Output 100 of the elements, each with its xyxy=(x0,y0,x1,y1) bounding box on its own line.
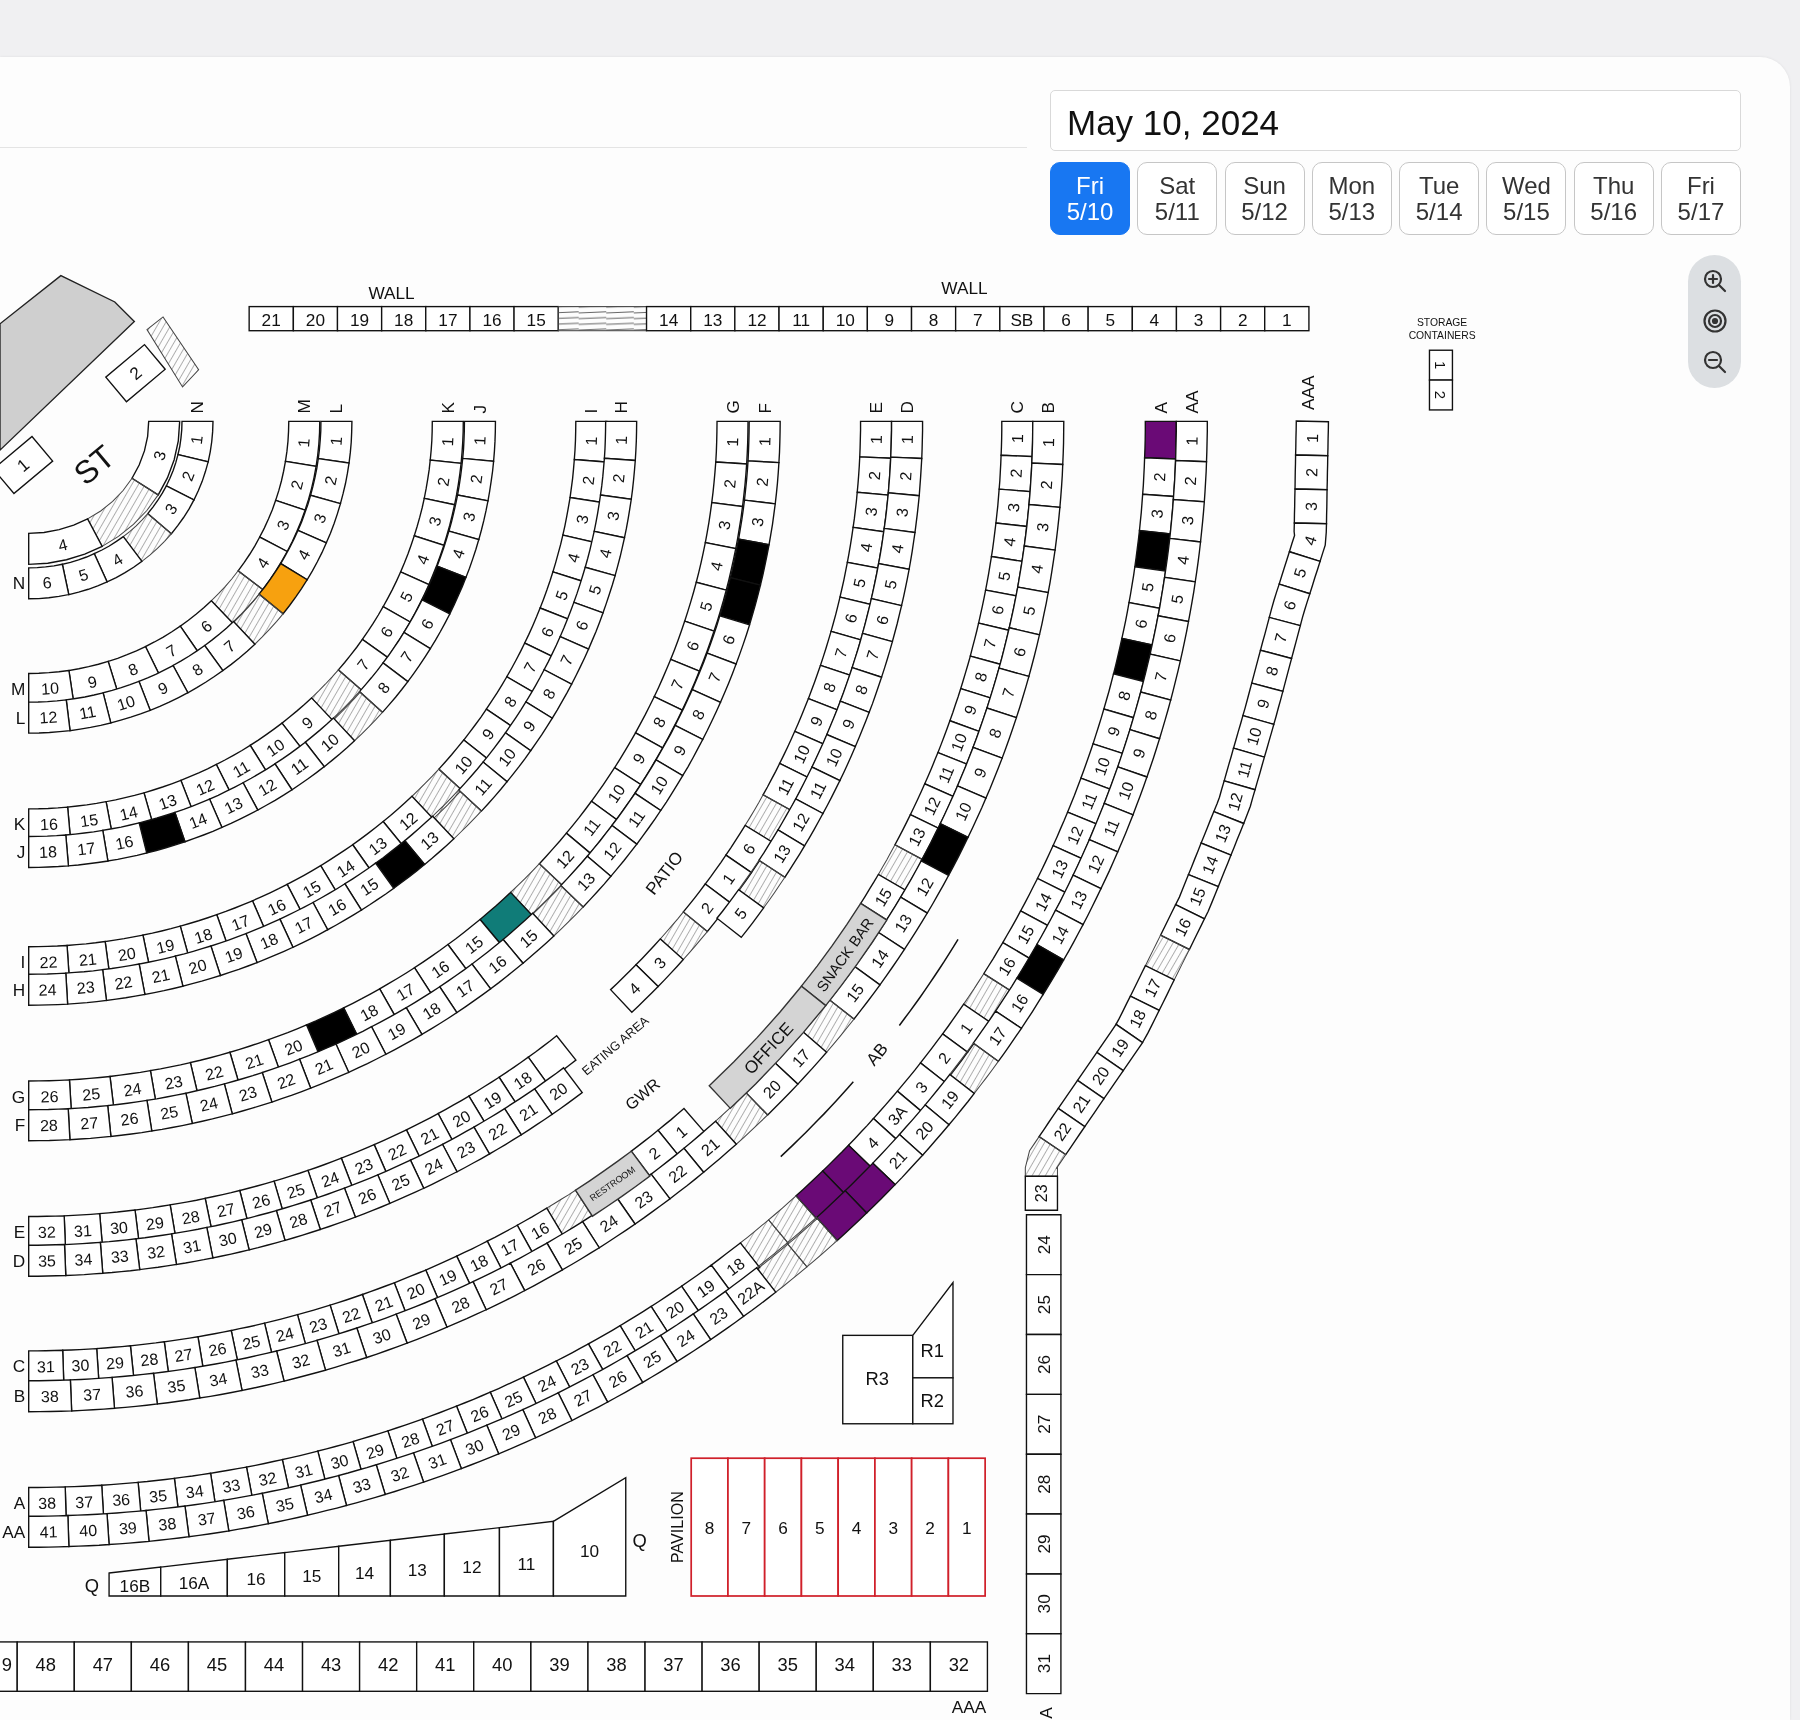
seat[interactable]: 42 xyxy=(358,1641,418,1692)
seat[interactable]: 38 xyxy=(587,1641,646,1692)
wall-seat[interactable]: 2 xyxy=(1219,305,1266,332)
wall-seat[interactable]: 3 xyxy=(1175,305,1222,332)
date-field[interactable]: May 10, 2024 xyxy=(1050,90,1741,151)
wall-seat[interactable]: 15 xyxy=(513,305,559,332)
wall-seat[interactable]: 5 xyxy=(1087,305,1133,332)
seat[interactable]: 18 xyxy=(28,834,70,869)
seat[interactable]: 1 xyxy=(1031,420,1065,466)
seat[interactable]: 13 xyxy=(389,1533,446,1597)
wall-seat[interactable]: 14 xyxy=(645,305,692,332)
seat[interactable]: 28 xyxy=(1025,1453,1062,1515)
seat[interactable]: 3 xyxy=(1293,488,1328,525)
stage-box[interactable]: 2 xyxy=(104,343,167,403)
seat[interactable]: 6 xyxy=(998,626,1041,678)
wall-seat[interactable]: 1 xyxy=(1264,305,1310,332)
day-tab[interactable]: Wed 5/15 xyxy=(1486,162,1567,235)
wall-seat[interactable]: 18 xyxy=(380,305,427,332)
seat[interactable]: 40 xyxy=(67,1512,110,1548)
wall-seat[interactable]: 7 xyxy=(954,305,1001,332)
room[interactable]: R3 xyxy=(842,1334,914,1425)
seat[interactable]: 12 xyxy=(28,699,71,734)
seat[interactable]: 41 xyxy=(28,1514,70,1548)
seat[interactable]: 2 xyxy=(599,457,637,501)
seat[interactable]: 37 xyxy=(644,1641,703,1692)
seat[interactable]: 23 xyxy=(1024,1175,1059,1211)
pavilion-stall[interactable]: 5 xyxy=(800,1457,840,1597)
seat[interactable]: 3 xyxy=(1023,503,1061,551)
seat[interactable]: 9 xyxy=(825,700,871,748)
seat[interactable]: 39 xyxy=(530,1641,589,1692)
seat[interactable]: 7 xyxy=(653,658,701,711)
seat[interactable]: 1 xyxy=(715,420,749,465)
pavilion-stall[interactable]: 3 xyxy=(874,1457,913,1597)
seat[interactable]: 1 xyxy=(177,420,214,463)
seat[interactable]: 34 xyxy=(815,1641,874,1692)
seat[interactable]: 9 xyxy=(138,664,189,712)
seat[interactable]: 5 xyxy=(1008,586,1049,636)
seat[interactable]: 16B xyxy=(108,1566,162,1597)
seat[interactable]: 3 xyxy=(146,484,195,535)
seat[interactable]: 17 xyxy=(65,829,109,867)
seat[interactable]: 4 xyxy=(436,530,480,579)
seat[interactable]: 37 xyxy=(69,1376,116,1412)
seat[interactable]: 3 xyxy=(413,497,456,547)
seat[interactable]: 1 xyxy=(1294,420,1330,457)
seat[interactable]: 32 xyxy=(929,1641,989,1692)
seat[interactable]: 1 xyxy=(461,420,497,462)
seat[interactable]: 26 xyxy=(1025,1333,1062,1396)
seat[interactable]: 2 xyxy=(711,461,748,508)
seat[interactable] xyxy=(1112,637,1153,683)
wall-seat[interactable]: 21 xyxy=(248,305,295,332)
seat[interactable]: 3 xyxy=(593,494,633,539)
seat[interactable]: 5 xyxy=(1278,550,1321,595)
seat[interactable]: 5 xyxy=(715,888,765,939)
wall-seat[interactable]: 17 xyxy=(425,305,471,332)
pavilion-stall[interactable]: 8 xyxy=(690,1457,729,1597)
seat[interactable]: 41 xyxy=(416,1641,475,1692)
seat[interactable]: 24 xyxy=(28,972,69,1006)
seat[interactable]: 40 xyxy=(473,1641,532,1692)
seat[interactable]: 1 xyxy=(573,420,608,463)
seat[interactable]: 5 xyxy=(870,562,910,607)
seat[interactable]: 4 xyxy=(877,527,916,571)
seat[interactable]: 24 xyxy=(1025,1214,1062,1276)
wall-seat[interactable]: 12 xyxy=(734,305,780,332)
day-tab[interactable]: Fri 5/10 xyxy=(1050,162,1130,235)
seat[interactable]: 4 xyxy=(1163,537,1202,583)
wall-seat[interactable]: SB xyxy=(999,305,1045,332)
seat[interactable]: 6 xyxy=(1268,583,1311,627)
seat[interactable]: 23 xyxy=(65,968,108,1005)
seat[interactable]: 5 xyxy=(683,581,728,632)
seat[interactable]: 27 xyxy=(1025,1393,1062,1455)
wall-seat[interactable]: 19 xyxy=(336,305,383,332)
seat[interactable]: 26 xyxy=(106,1099,153,1138)
seat[interactable]: 16A xyxy=(160,1558,229,1597)
seat[interactable]: 2 xyxy=(887,456,923,497)
seat[interactable]: 31 xyxy=(1025,1633,1062,1695)
seat[interactable]: 15 xyxy=(284,1545,340,1597)
seat[interactable]: 6 xyxy=(1149,615,1190,662)
pavilion-stall[interactable]: 6 xyxy=(763,1457,803,1597)
day-tab[interactable]: Sun 5/12 xyxy=(1224,162,1305,235)
wall-seat[interactable]: 9 xyxy=(866,305,913,332)
seat[interactable]: 3 xyxy=(704,501,744,550)
wall-seat[interactable]: 10 xyxy=(822,305,869,332)
seat[interactable]: 1 xyxy=(317,420,353,464)
seat[interactable]: 1 xyxy=(859,420,893,459)
seat[interactable]: 3 xyxy=(883,492,920,534)
seat[interactable]: 7 xyxy=(1259,616,1302,660)
day-tab[interactable]: Thu 5/16 xyxy=(1573,162,1654,235)
seat[interactable]: 3 xyxy=(737,499,777,546)
day-tab[interactable]: Sat 5/11 xyxy=(1137,162,1218,235)
storage-container[interactable]: 2 xyxy=(1428,379,1454,411)
seat[interactable]: 16 xyxy=(226,1551,286,1597)
seat[interactable]: 7 xyxy=(986,667,1030,719)
seat[interactable] xyxy=(729,538,770,586)
day-tab[interactable]: Tue 5/14 xyxy=(1399,162,1480,235)
seat[interactable]: 25 xyxy=(1025,1273,1062,1336)
seat[interactable]: 7 xyxy=(851,632,894,679)
seat[interactable]: 38 xyxy=(145,1505,190,1543)
seat[interactable]: 2 xyxy=(274,460,317,512)
seat[interactable]: 7 xyxy=(1139,653,1182,701)
seat[interactable]: 6 xyxy=(706,614,751,665)
